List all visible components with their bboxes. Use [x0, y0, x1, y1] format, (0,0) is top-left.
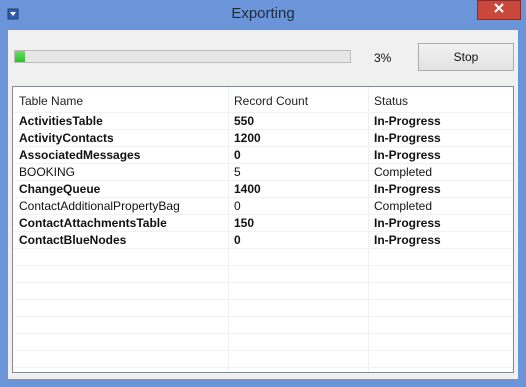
cell-status: Completed — [374, 199, 433, 213]
row-gridline — [13, 146, 513, 147]
cell-table-name: ContactAttachmentsTable — [19, 216, 167, 230]
header-record-count[interactable]: Record Count — [234, 94, 308, 108]
cell-record-count: 1200 — [234, 131, 261, 145]
window-title: Exporting — [231, 5, 295, 22]
cell-table-name: ChangeQueue — [19, 182, 101, 196]
header-table-name[interactable]: Table Name — [19, 94, 83, 108]
cell-status: In-Progress — [374, 216, 441, 230]
row-gridline — [13, 333, 513, 334]
row-gridline — [13, 163, 513, 164]
cell-table-name: ActivitiesTable — [19, 114, 103, 128]
cell-record-count: 0 — [234, 199, 241, 213]
cell-status: In-Progress — [374, 233, 441, 247]
row-gridline — [13, 282, 513, 283]
cell-table-name: ContactAdditionalPropertyBag — [19, 199, 180, 213]
row-gridline — [13, 197, 513, 198]
progress-fill — [15, 51, 26, 62]
cell-table-name: BOOKING — [19, 165, 76, 179]
progress-percent: 3% — [374, 51, 392, 65]
row-gridline — [13, 367, 513, 368]
header-status[interactable]: Status — [374, 94, 408, 108]
stop-button[interactable]: Stop — [418, 43, 514, 71]
cell-table-name: ActivityContacts — [19, 131, 114, 145]
cell-status: In-Progress — [374, 114, 441, 128]
cell-record-count: 0 — [234, 148, 241, 162]
progress-bar — [14, 50, 351, 63]
cell-status: In-Progress — [374, 131, 441, 145]
cell-table-name: AssociatedMessages — [19, 148, 141, 162]
row-gridline — [13, 248, 513, 249]
row-gridline — [13, 316, 513, 317]
title-bar[interactable]: Exporting — [0, 0, 526, 30]
cell-status: In-Progress — [374, 148, 441, 162]
row-gridline — [13, 129, 513, 130]
export-window: Exporting 3% Stop Table Name Record Coun… — [0, 0, 526, 387]
close-button[interactable] — [477, 0, 521, 20]
cell-table-name: ContactBlueNodes — [19, 233, 127, 247]
row-gridline — [13, 265, 513, 266]
cell-status: In-Progress — [374, 182, 441, 196]
cell-status: Completed — [374, 165, 433, 179]
export-table[interactable]: Table Name Record Count Status Activitie… — [12, 86, 514, 373]
table-header: Table Name Record Count Status — [13, 87, 513, 112]
close-icon — [493, 1, 505, 19]
row-gridline — [13, 180, 513, 181]
row-gridline — [13, 214, 513, 215]
cell-record-count: 5 — [234, 165, 241, 179]
row-gridline — [13, 231, 513, 232]
row-gridline — [13, 112, 513, 113]
cell-record-count: 0 — [234, 233, 241, 247]
cell-record-count: 1400 — [234, 182, 261, 196]
row-gridline — [13, 299, 513, 300]
cell-record-count: 150 — [234, 216, 255, 230]
dialog-client-area: 3% Stop Table Name Record Count Status A… — [8, 30, 518, 379]
row-gridline — [13, 350, 513, 351]
cell-record-count: 550 — [234, 114, 255, 128]
